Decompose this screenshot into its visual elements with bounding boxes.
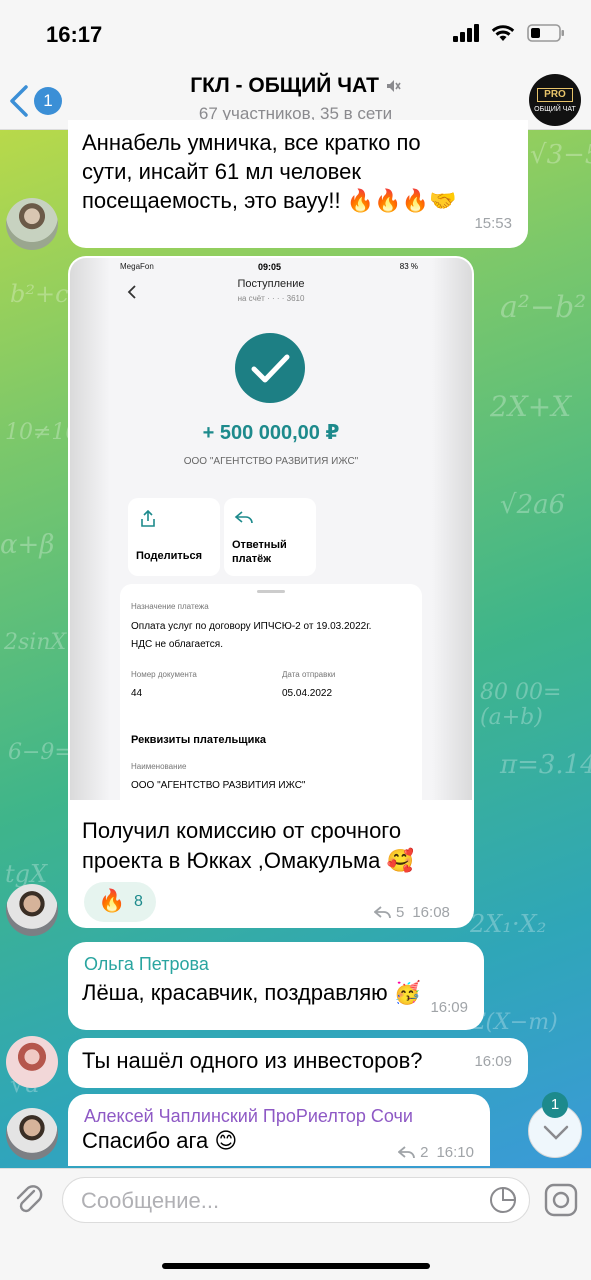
attached-photo[interactable]: MegaFon 09:05 83 % Поступление на счёт ·… [70, 258, 472, 800]
sticker-icon[interactable] [489, 1186, 517, 1214]
fire-icon: 🔥 [98, 888, 126, 913]
reaction-count: 8 [134, 893, 143, 910]
payer-name-label: Наименование [131, 762, 187, 771]
status-time: 16:17 [46, 22, 103, 47]
muted-icon [386, 80, 401, 93]
avatar-logo-text: PRO [537, 88, 573, 102]
message-bubble[interactable]: Аннабель умничка, все кратко по сути, ин… [68, 120, 528, 248]
share-card: Поделиться [128, 498, 220, 576]
reply-label: Ответный платёж [232, 538, 287, 566]
sheet-handle [257, 590, 285, 593]
message-input-placeholder: Сообщение... [81, 1188, 220, 1213]
message-line: Аннабель умничка, все кратко по [82, 130, 421, 155]
receipt-time: 09:05 [258, 262, 282, 272]
reply-arrow-icon [398, 1145, 416, 1158]
reply-count: 5 [396, 904, 405, 921]
payer-name-value: ООО "АГЕНТСТВО РАЗВИТИЯ ИЖС" [131, 780, 306, 791]
sender-name[interactable]: Ольга Петрова [84, 950, 209, 979]
message-time: 16:10 [436, 1144, 474, 1161]
photo-blur-right [432, 258, 472, 800]
scroll-badge: 1 [542, 1092, 568, 1118]
message-time: 16:08 [412, 904, 450, 921]
reply-label-line: Ответный [232, 539, 287, 551]
receipt-amount: + 500 000,00 ₽ [202, 422, 340, 444]
cellular-signal-icon [453, 24, 479, 42]
message-line: посещаемость, это вауу!! 🔥🔥🔥🤝 [82, 188, 457, 213]
message-bubble[interactable]: Алексей Чаплинский ПроРиелтор Сочи Спаси… [68, 1094, 490, 1166]
date-label: Дата отправки [282, 670, 336, 679]
avatar[interactable] [6, 884, 58, 936]
attach-icon[interactable] [14, 1183, 44, 1217]
chat-title[interactable]: ГКЛ - ОБЩИЙ ЧАТ [0, 74, 591, 98]
status-bar: 16:17 [0, 0, 591, 70]
message-time: 16:09 [430, 999, 468, 1016]
reply-label-line: платёж [232, 553, 272, 565]
receipt-account: на счёт · · · · 3610 [237, 294, 305, 303]
message-text: Спасибо ага 😊 [82, 1128, 238, 1153]
home-indicator [162, 1263, 430, 1269]
purpose-label: Назначение платежа [131, 602, 209, 611]
message-line: проекта в Юкках ,Омакульма 🥰 [82, 848, 414, 873]
message-input[interactable]: Сообщение... [62, 1177, 530, 1223]
message-text: Получил комиссию от срочного проекта в Ю… [82, 816, 414, 876]
check-circle-icon [235, 333, 305, 403]
avatar[interactable] [6, 1036, 58, 1088]
message-line: сути, инсайт 61 мл человек [82, 159, 361, 184]
receipt-carrier: MegaFon [120, 262, 154, 271]
message-meta: 2 16:10 [398, 1138, 474, 1167]
doc-value: 44 [131, 688, 143, 699]
receipt-title: Поступление [237, 278, 305, 290]
purpose-line: НДС не облагается. [131, 639, 223, 650]
message-time: 16:09 [474, 1053, 512, 1070]
camera-icon[interactable] [544, 1183, 578, 1217]
chevron-down-icon [543, 1125, 569, 1140]
reply-icon [234, 511, 253, 524]
message-bubble[interactable]: Ты нашёл одного из инвесторов? 16:09 [68, 1038, 528, 1088]
message-text: Аннабель умничка, все кратко по сути, ин… [82, 128, 456, 215]
composer-bar: Сообщение... [0, 1168, 591, 1280]
purpose-value: Оплата услуг по договору ИПЧСЮ-2 от 19.0… [131, 618, 371, 654]
date-value: 05.04.2022 [282, 688, 333, 699]
doc-label: Номер документа [131, 670, 197, 679]
message-text: Ты нашёл одного из инвесторов? [82, 1048, 423, 1073]
reply-count: 2 [420, 1144, 429, 1161]
avatar-caption: ОБЩИЙ ЧАТ [534, 106, 576, 113]
message-line: Получил комиссию от срочного [82, 818, 402, 843]
reaction-chip[interactable]: 🔥 8 [84, 882, 156, 922]
message-text: Лёша, красавчик, поздравляю 🥳 [82, 980, 422, 1005]
wifi-icon [491, 25, 515, 41]
chat-title-text: ГКЛ - ОБЩИЙ ЧАТ [190, 74, 379, 97]
message-time: 15:53 [474, 215, 512, 232]
avatar[interactable] [6, 1108, 58, 1160]
purpose-line: Оплата услуг по договору ИПЧСЮ-2 от 19.0… [131, 621, 372, 632]
reply-payment-card: Ответный платёж [224, 498, 316, 576]
receipt-company: ООО "АГЕНТСТВО РАЗВИТИЯ ИЖС" [183, 456, 359, 467]
share-label: Поделиться [136, 550, 203, 562]
message-bubble[interactable]: Ольга Петрова Лёша, красавчик, поздравля… [68, 942, 484, 1030]
reply-arrow-icon [374, 905, 391, 918]
receipt-battery: 83 % [399, 262, 418, 271]
chat-avatar[interactable]: PRO ОБЩИЙ ЧАТ [529, 74, 581, 126]
message-meta: 5 16:08 [374, 904, 450, 921]
photo-blur-left [70, 258, 110, 800]
status-icons [453, 24, 565, 42]
battery-icon [527, 24, 564, 42]
payer-heading: Реквизиты плательщика [131, 734, 266, 746]
avatar[interactable] [6, 198, 58, 250]
share-icon [141, 510, 155, 527]
receipt-details: Назначение платежа Оплата услуг по догов… [120, 584, 422, 800]
